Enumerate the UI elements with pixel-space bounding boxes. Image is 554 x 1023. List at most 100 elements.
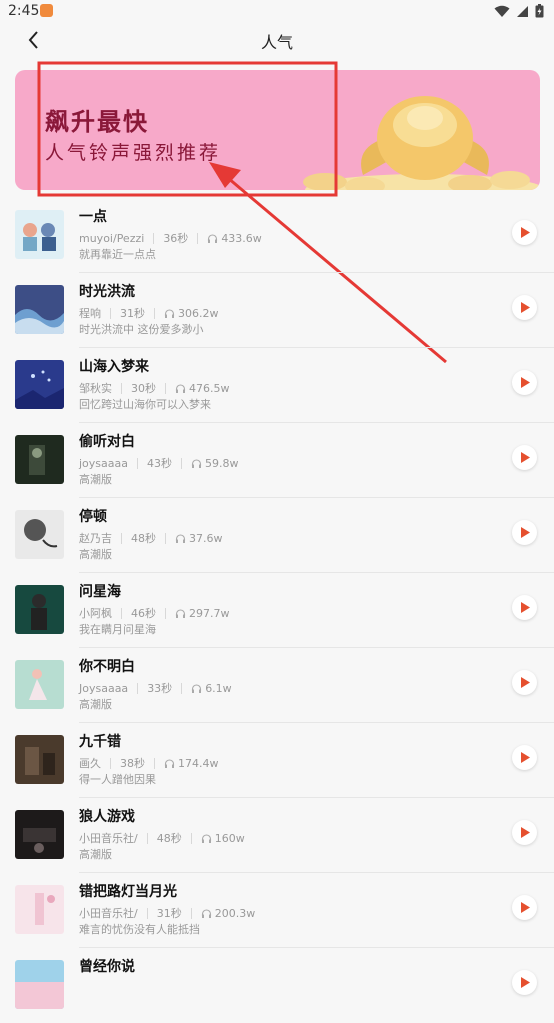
song-title: 山海入梦来 xyxy=(79,359,149,375)
play-icon xyxy=(521,902,530,913)
song-duration: 48秒 xyxy=(156,832,182,845)
meta-divider xyxy=(190,832,192,844)
song-row[interactable]: 时光洪流 程响 31秒 306.2w 时光洪流中 这份爱多渺小 xyxy=(0,273,554,348)
song-row[interactable]: 狼人游戏 小田音乐社/ 48秒 160w 高潮版 xyxy=(0,798,554,873)
song-row[interactable]: 你不明白 Joysaaaa 33秒 6.1w 高潮版 xyxy=(0,648,554,723)
meta-divider xyxy=(146,832,148,844)
song-play-count: 200.3w xyxy=(214,906,256,920)
headphone-icon xyxy=(192,683,202,693)
meta-divider xyxy=(181,457,182,469)
play-button[interactable] xyxy=(512,445,537,470)
song-duration: 48秒 xyxy=(131,532,156,545)
song-row[interactable]: 问星海 小阿枫 46秒 297.7w 我在瞒月问星海 xyxy=(0,573,554,648)
banner-headline: 飙升最快 xyxy=(45,107,149,136)
play-icon xyxy=(521,527,530,538)
meta-divider xyxy=(137,682,139,694)
wifi-icon xyxy=(494,5,510,17)
song-artist: 小阿枫 xyxy=(79,607,112,620)
song-title: 偷听对白 xyxy=(79,434,135,450)
play-button[interactable] xyxy=(512,745,537,770)
song-cover xyxy=(15,285,64,334)
song-cover xyxy=(15,510,64,559)
song-meta: 小田音乐社/ 48秒 160w xyxy=(79,830,245,846)
play-button[interactable] xyxy=(512,370,537,395)
status-time: 2:45 xyxy=(8,3,40,19)
song-row[interactable]: 曾经你说 xyxy=(0,948,554,1023)
song-meta: 程响 31秒 306.2w xyxy=(79,305,219,321)
song-cover xyxy=(15,735,64,784)
song-title: 一点 xyxy=(79,209,107,225)
song-play-count: 59.8w xyxy=(205,456,239,470)
song-play-count: 476.5w xyxy=(189,381,230,395)
song-description: 难言的忧伤没有人能抵挡 xyxy=(79,923,200,936)
meta-divider xyxy=(110,307,111,319)
song-title: 九千错 xyxy=(79,734,121,750)
headphone-icon xyxy=(201,908,211,918)
headphone-icon xyxy=(201,833,211,843)
meta-divider xyxy=(197,232,199,244)
play-button[interactable] xyxy=(512,220,537,245)
play-button[interactable] xyxy=(512,970,537,995)
play-icon xyxy=(521,677,530,688)
play-button[interactable] xyxy=(512,520,537,545)
play-button[interactable] xyxy=(512,670,537,695)
play-button[interactable] xyxy=(512,295,537,320)
song-artist: 邹秋实 xyxy=(79,382,112,395)
headphone-icon xyxy=(175,608,186,618)
play-icon xyxy=(521,752,530,763)
play-icon xyxy=(521,377,530,388)
meta-divider xyxy=(154,757,155,769)
song-row[interactable]: 偷听对白 joysaaaa 43秒 59.8w 高潮版 xyxy=(0,423,554,498)
song-description: 时光洪流中 这份爱多渺小 xyxy=(79,323,204,336)
song-row[interactable]: 山海入梦来 邹秋实 30秒 476.5w 回忆跨过山海你可以入梦来 xyxy=(0,348,554,423)
promo-banner[interactable]: 飙升最快 人气铃声强烈推荐 xyxy=(15,70,540,190)
battery-icon xyxy=(535,4,544,18)
song-row[interactable]: 一点 muyoi/Pezzi 36秒 433.6w 就再靠近一点点 xyxy=(0,198,554,273)
song-cover xyxy=(15,585,64,634)
song-duration: 31秒 xyxy=(156,907,182,920)
song-meta: 小田音乐社/ 31秒 200.3w xyxy=(79,905,255,921)
rocket-illustration xyxy=(303,96,540,190)
headphone-icon xyxy=(175,533,186,543)
play-icon xyxy=(521,227,530,238)
song-list: 一点 muyoi/Pezzi 36秒 433.6w 就再靠近一点点 时光洪流 程… xyxy=(0,198,554,1023)
song-duration: 30秒 xyxy=(131,382,156,395)
song-cover xyxy=(15,435,64,484)
meta-divider xyxy=(165,382,166,394)
song-title: 问星海 xyxy=(79,584,121,600)
song-meta: 邹秋实 30秒 476.5w xyxy=(79,380,230,396)
status-icons xyxy=(494,4,544,18)
meta-divider xyxy=(165,607,166,619)
headphone-icon xyxy=(175,383,186,393)
song-artist: 程响 xyxy=(79,307,101,320)
song-play-count: 433.6w xyxy=(221,231,262,245)
play-button[interactable] xyxy=(512,895,537,920)
song-play-count: 37.6w xyxy=(189,531,223,545)
song-play-count: 297.7w xyxy=(189,606,230,620)
song-description: 我在瞒月问星海 xyxy=(79,623,156,636)
song-title: 曾经你说 xyxy=(79,959,135,975)
play-icon xyxy=(521,977,530,988)
song-artist: Joysaaaa xyxy=(79,681,129,695)
song-meta: 画久 38秒 174.4w xyxy=(79,755,219,771)
song-description: 就再靠近一点点 xyxy=(79,248,156,261)
song-meta: joysaaaa 43秒 59.8w xyxy=(79,455,239,471)
song-play-count: 6.1w xyxy=(205,681,232,695)
page-title: 人气 xyxy=(260,33,293,52)
headphone-icon xyxy=(164,758,175,768)
song-duration: 38秒 xyxy=(120,757,145,770)
song-row[interactable]: 停顿 赵乃吉 48秒 37.6w 高潮版 xyxy=(0,498,554,573)
play-button[interactable] xyxy=(512,820,537,845)
play-button[interactable] xyxy=(512,595,537,620)
banner-subtitle: 人气铃声强烈推荐 xyxy=(45,142,222,164)
headphone-icon xyxy=(208,233,218,243)
song-duration: 36秒 xyxy=(163,232,189,245)
song-row[interactable]: 错把路灯当月光 小田音乐社/ 31秒 200.3w 难言的忧伤没有人能抵挡 xyxy=(0,873,554,948)
meta-divider xyxy=(190,907,192,919)
headphone-icon xyxy=(164,308,175,318)
song-artist: 画久 xyxy=(79,757,101,770)
song-row[interactable]: 九千错 画久 38秒 174.4w 得一人蹭他因果 xyxy=(0,723,554,798)
meta-divider xyxy=(153,232,155,244)
song-duration: 46秒 xyxy=(131,607,156,620)
song-artist: 小田音乐社/ xyxy=(79,907,138,920)
